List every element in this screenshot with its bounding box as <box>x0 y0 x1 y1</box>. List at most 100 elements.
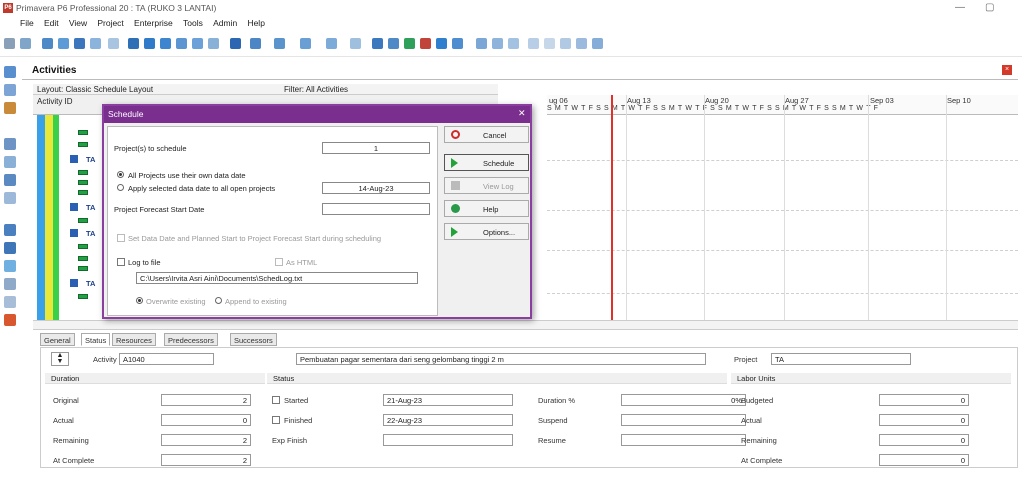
activity-row-icon[interactable] <box>78 170 88 175</box>
resume-date-field[interactable] <box>621 434 746 446</box>
wbs-nav-icon[interactable] <box>4 84 16 96</box>
restore-button[interactable]: ▢ <box>985 2 994 13</box>
tab-predecessors[interactable]: Predecessors <box>164 333 218 346</box>
columns-icon[interactable] <box>58 38 69 49</box>
preview-icon[interactable] <box>20 38 31 49</box>
expand-icon[interactable] <box>372 38 383 49</box>
close-activities-icon[interactable]: × <box>1002 65 1012 75</box>
group-icon[interactable] <box>108 38 119 49</box>
portfolio-nav-icon[interactable] <box>4 314 16 326</box>
menu-edit[interactable]: Edit <box>44 18 59 28</box>
forecast-date-field[interactable] <box>322 203 430 215</box>
duration-pct-field[interactable]: 0% <box>621 394 746 406</box>
tab-successors[interactable]: Successors <box>230 333 277 346</box>
zoom-fit-icon[interactable] <box>508 38 519 49</box>
labor-at-complete-field[interactable]: 0 <box>879 454 969 466</box>
tab-status[interactable]: Status <box>81 333 111 346</box>
col-activity-id[interactable]: Activity ID <box>37 97 73 106</box>
apply-date-field[interactable]: 14-Aug-23 <box>322 182 430 194</box>
remaining-duration-field[interactable]: 2 <box>161 434 251 446</box>
sort-icon[interactable] <box>230 38 241 49</box>
apply-date-radio[interactable] <box>117 184 124 191</box>
layout-label[interactable]: Layout: Classic Schedule Layout <box>37 85 153 94</box>
started-checkbox[interactable] <box>272 396 280 404</box>
menu-view[interactable]: View <box>69 18 87 28</box>
layout-icon[interactable] <box>42 38 53 49</box>
exp-finish-field[interactable] <box>383 434 513 446</box>
labor-units-section[interactable]: Labor Units <box>731 373 1011 384</box>
insert-icon[interactable] <box>528 38 539 49</box>
menu-project[interactable]: Project <box>97 18 123 28</box>
font-icon[interactable] <box>350 38 361 49</box>
activity-row-icon[interactable] <box>78 256 88 261</box>
activity-row-icon[interactable] <box>78 218 88 223</box>
finished-checkbox[interactable] <box>272 416 280 424</box>
budgeted-units-field[interactable]: 0 <box>879 394 969 406</box>
gantt-chart[interactable] <box>547 115 1018 320</box>
add-icon[interactable] <box>544 38 555 49</box>
menu-tools[interactable]: Tools <box>183 18 203 28</box>
activity-name-field[interactable]: Pembuatan pagar sementara dari seng gelo… <box>296 353 706 365</box>
log-to-file-checkbox[interactable] <box>117 258 125 266</box>
reports-nav-icon[interactable] <box>4 192 16 204</box>
progress-icon[interactable] <box>404 38 415 49</box>
filter-dropdown-icon[interactable] <box>300 38 311 49</box>
unlink-icon[interactable] <box>592 38 603 49</box>
summarize-icon[interactable] <box>452 38 463 49</box>
started-date-field[interactable]: 21-Aug-23 <box>383 394 513 406</box>
projects-count-field[interactable]: 1 <box>322 142 430 154</box>
at-complete-duration-field[interactable]: 2 <box>161 454 251 466</box>
view-log-button[interactable]: View Log <box>444 177 529 194</box>
menu-file[interactable]: File <box>20 18 34 28</box>
tab-general[interactable]: General <box>40 333 75 346</box>
minimize-button[interactable]: — <box>955 2 965 13</box>
zoom-out-icon[interactable] <box>492 38 503 49</box>
thresholds-nav-icon[interactable] <box>4 296 16 308</box>
activity-row-icon[interactable] <box>78 190 88 195</box>
activity-row-icon[interactable] <box>78 266 88 271</box>
set-data-date-checkbox[interactable] <box>117 234 125 242</box>
activity-row-icon[interactable] <box>78 244 88 249</box>
menu-admin[interactable]: Admin <box>213 18 237 28</box>
bars-icon[interactable] <box>74 38 85 49</box>
project-field[interactable]: TA <box>771 353 911 365</box>
actual-duration-field[interactable]: 0 <box>161 414 251 426</box>
activity-id-field[interactable]: A1040 <box>119 353 214 365</box>
zoom-in-icon[interactable] <box>476 38 487 49</box>
help-button[interactable]: Help <box>444 200 529 217</box>
pane-splitter[interactable] <box>33 320 1018 330</box>
profile-icon[interactable] <box>192 38 203 49</box>
close-dialog-icon[interactable]: ✕ <box>518 108 526 119</box>
delete-icon[interactable] <box>560 38 571 49</box>
chart-icon[interactable] <box>160 38 171 49</box>
table-icon[interactable] <box>144 38 155 49</box>
issues-nav-icon[interactable] <box>4 224 16 236</box>
assignments-nav-icon[interactable] <box>4 156 16 168</box>
link-icon[interactable] <box>576 38 587 49</box>
risks-nav-icon[interactable] <box>4 242 16 254</box>
grid-icon[interactable] <box>128 38 139 49</box>
activities-nav-icon[interactable] <box>4 102 16 114</box>
bars-dropdown-icon[interactable] <box>326 38 337 49</box>
labor-remaining-field[interactable]: 0 <box>879 434 969 446</box>
tab-resources[interactable]: Resources <box>112 333 156 346</box>
schedule-icon[interactable] <box>420 38 431 49</box>
group-dropdown-icon[interactable] <box>250 38 261 49</box>
activity-row-icon[interactable] <box>78 130 88 135</box>
activity-row-icon[interactable] <box>78 142 88 147</box>
tracking-nav-icon[interactable] <box>4 174 16 186</box>
wps-nav-icon[interactable] <box>4 260 16 272</box>
collapse-icon[interactable] <box>388 38 399 49</box>
projects-nav-icon[interactable] <box>4 66 16 78</box>
log-path-field[interactable]: C:\Users\Irvita Asri Aini\Documents\Sche… <box>136 272 418 284</box>
suspend-date-field[interactable] <box>621 414 746 426</box>
level-icon[interactable] <box>436 38 447 49</box>
dialog-title-bar[interactable]: Schedule ✕ <box>104 106 530 123</box>
filter-icon[interactable] <box>90 38 101 49</box>
own-date-radio[interactable] <box>117 171 124 178</box>
print-icon[interactable] <box>4 38 15 49</box>
activity-row-icon[interactable] <box>78 294 88 299</box>
labor-actual-field[interactable]: 0 <box>879 414 969 426</box>
overwrite-radio[interactable] <box>136 297 143 304</box>
menu-help[interactable]: Help <box>247 18 264 28</box>
